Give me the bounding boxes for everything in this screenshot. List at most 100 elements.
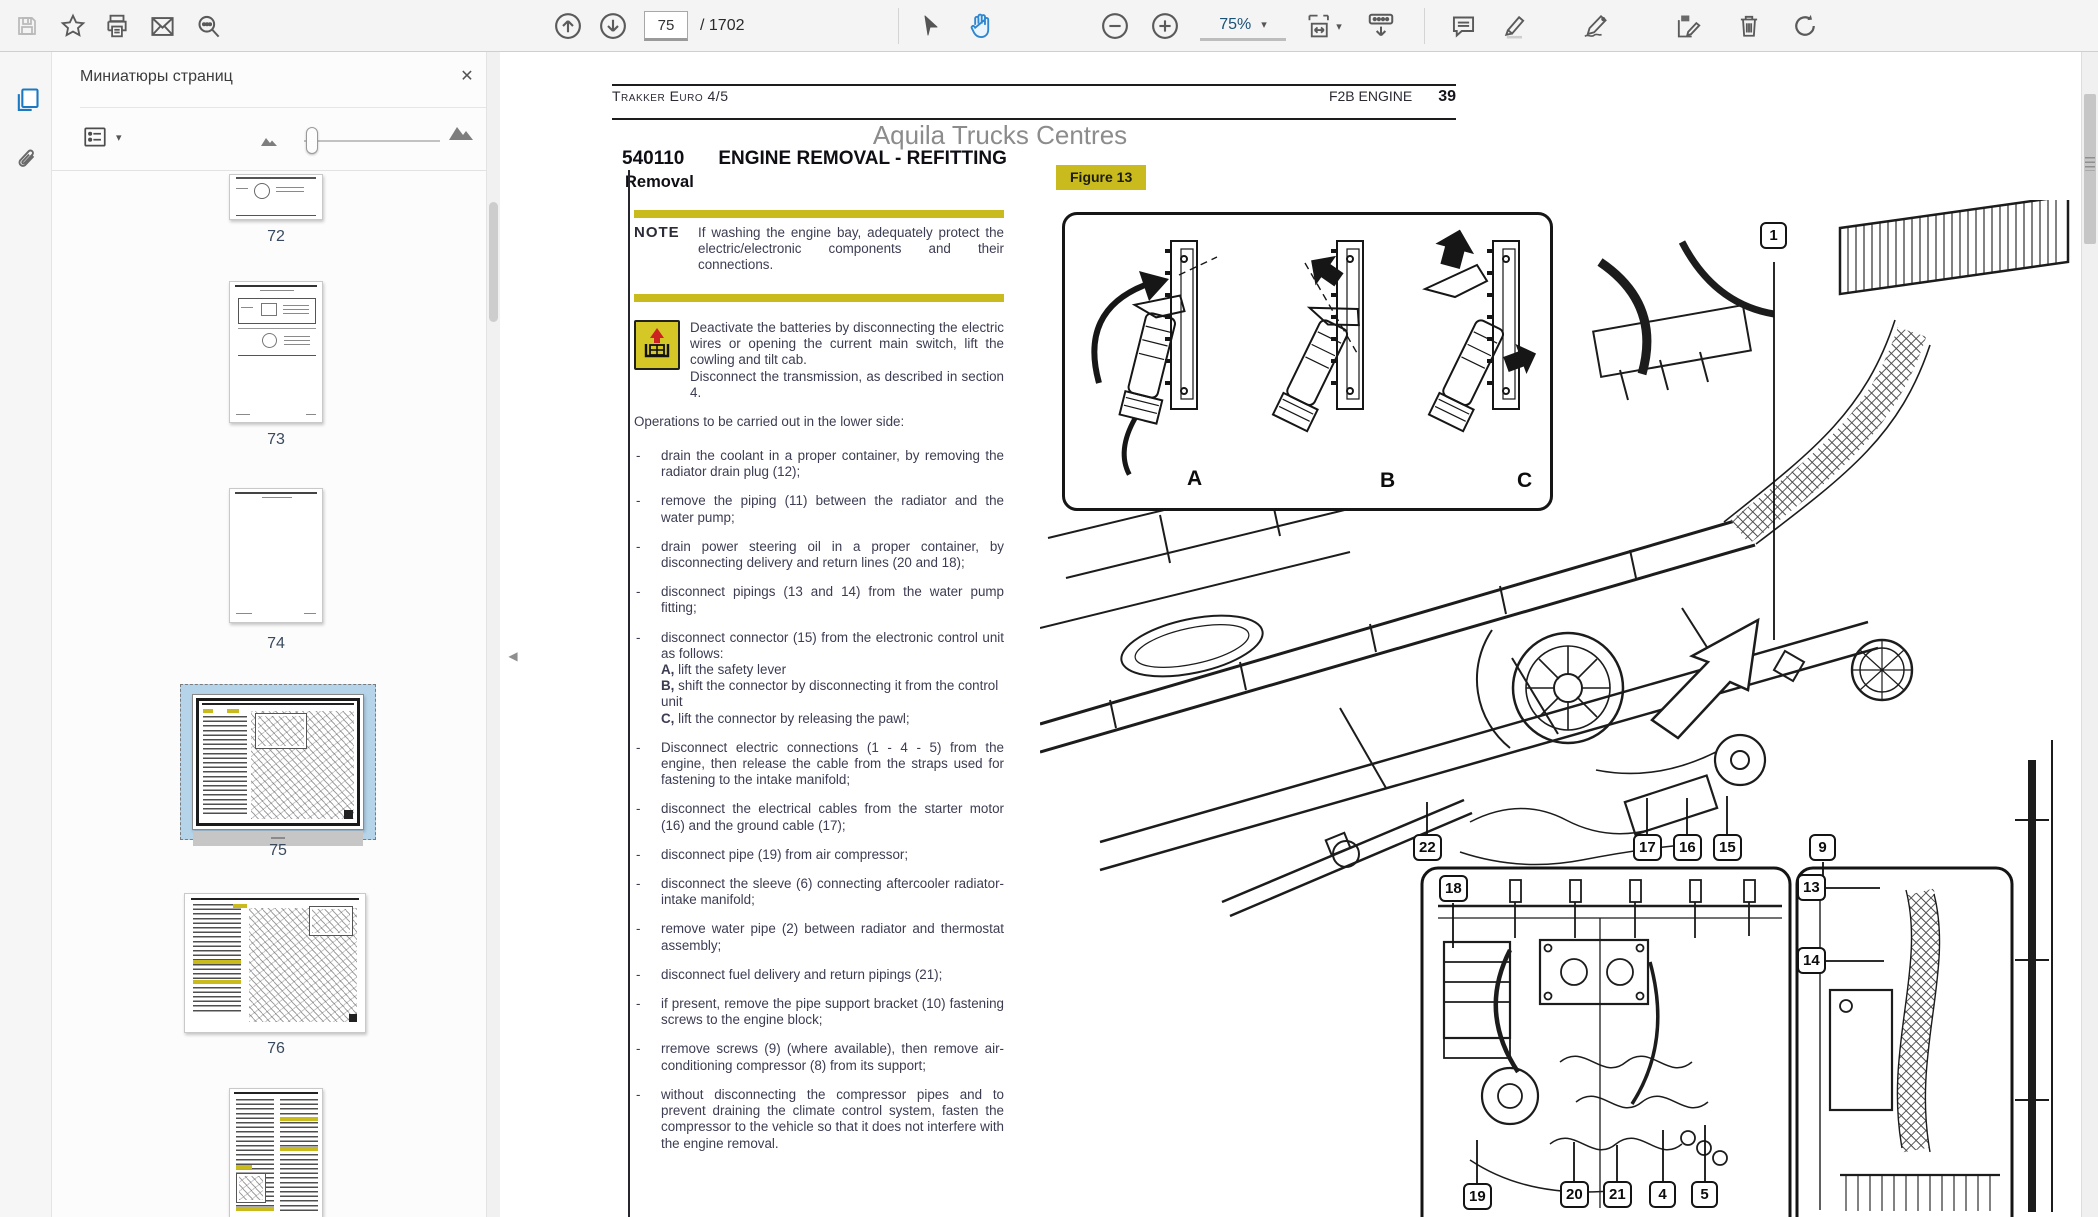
next-page-icon[interactable] bbox=[594, 9, 632, 43]
procedure-step: disconnect pipe (19) from air compressor… bbox=[634, 847, 1004, 863]
page-thumbnail-75[interactable] bbox=[192, 694, 364, 830]
procedure-step: disconnect the sleeve (6) connecting aft… bbox=[634, 876, 1004, 908]
page-thumbnails-icon[interactable] bbox=[11, 84, 43, 116]
page-number-input[interactable] bbox=[644, 11, 688, 41]
thumbnail-size-slider-track[interactable] bbox=[304, 140, 440, 142]
thumbnail-page-number: 75 bbox=[248, 842, 308, 860]
highlight-icon[interactable] bbox=[1496, 9, 1534, 43]
warning-text-2: Disconnect the transmission, as describe… bbox=[690, 369, 1004, 400]
chevron-down-icon: ▾ bbox=[1261, 18, 1267, 31]
thumbnail-page-number: 73 bbox=[246, 431, 306, 449]
thumbnails-panel: Миниатюры страниц ✕ ▾ 72 bbox=[52, 52, 500, 1217]
save-icon[interactable] bbox=[8, 9, 46, 43]
operations-intro: Operations to be carried out in the lowe… bbox=[634, 414, 1004, 430]
hand-tool-icon[interactable] bbox=[962, 9, 1000, 43]
chevron-down-icon: ▾ bbox=[116, 131, 122, 144]
thumbnail-options-button[interactable]: ▾ bbox=[82, 120, 138, 154]
note-separator-bar bbox=[634, 294, 1004, 302]
callout-19: 19 bbox=[1463, 1183, 1492, 1210]
connector-detail-drawing bbox=[1065, 215, 1550, 508]
attachments-icon[interactable] bbox=[11, 144, 43, 176]
sidebar-rail bbox=[0, 52, 52, 1217]
fit-width-icon[interactable]: ▾ bbox=[1298, 9, 1350, 43]
warning-text-1: Deactivate the batteries by disconnectin… bbox=[690, 320, 1004, 367]
procedure-step: remove the piping (11) between the radia… bbox=[634, 493, 1004, 525]
thumbnail-page-number: 72 bbox=[246, 228, 306, 246]
zoom-level-select[interactable]: 75% ▾ bbox=[1200, 11, 1286, 41]
email-icon[interactable] bbox=[143, 9, 181, 43]
favorite-star-icon[interactable] bbox=[54, 9, 92, 43]
document-scrollbar[interactable] bbox=[2081, 52, 2098, 1217]
callout-13: 13 bbox=[1797, 874, 1826, 901]
note-separator-bar bbox=[634, 210, 1004, 218]
page-number-input-wrap bbox=[644, 11, 688, 41]
procedure-step: disconnect pipings (13 and 14) from the … bbox=[634, 584, 1004, 616]
thumbnail-page-number: 76 bbox=[246, 1040, 306, 1058]
procedure-step: if present, remove the pipe support brac… bbox=[634, 996, 1004, 1028]
previous-page-icon[interactable] bbox=[549, 9, 587, 43]
callout-17: 17 bbox=[1633, 834, 1662, 861]
procedure-list: drain the coolant in a proper container,… bbox=[634, 448, 1004, 1165]
reading-mode-icon[interactable] bbox=[1362, 9, 1400, 43]
fill-and-sign-icon[interactable] bbox=[1668, 9, 1706, 43]
section-title: 540110 ENGINE REMOVAL - REFITTING bbox=[622, 148, 1007, 170]
note-text: If washing the engine bay, adequately pr… bbox=[698, 225, 1004, 274]
delete-icon[interactable] bbox=[1730, 9, 1768, 43]
sign-icon[interactable] bbox=[1566, 9, 1636, 43]
toolbar-separator bbox=[898, 8, 899, 44]
toolbar: / 1702 75% ▾ ▾ bbox=[0, 0, 2098, 52]
section-code: 540110 bbox=[622, 148, 684, 170]
inset-label-a: A bbox=[1187, 467, 1202, 491]
callout-15: 15 bbox=[1713, 834, 1742, 861]
zoom-out-icon[interactable] bbox=[1096, 9, 1134, 43]
column-rule bbox=[628, 170, 630, 1217]
procedure-step: disconnect the electrical cables from th… bbox=[634, 801, 1004, 833]
note-block: NOTE If washing the engine bay, adequate… bbox=[634, 225, 1004, 274]
header-model: Trakker Euro 4/5 bbox=[612, 88, 728, 106]
connector-detail-inset: A B C bbox=[1062, 212, 1553, 511]
comment-icon[interactable] bbox=[1444, 9, 1482, 43]
rotate-icon[interactable] bbox=[1786, 9, 1824, 43]
sidebar-scrollbar-thumb[interactable] bbox=[489, 202, 498, 322]
section-name: ENGINE REMOVAL - REFITTING bbox=[718, 148, 1007, 170]
zoom-level-value: 75% bbox=[1219, 16, 1251, 34]
sidebar-scrollbar[interactable] bbox=[486, 52, 500, 1217]
procedure-step: remove water pipe (2) between radiator a… bbox=[634, 921, 1004, 953]
watermark-text: Aquila Trucks Centres bbox=[760, 120, 1240, 151]
subsection-title: Removal bbox=[625, 173, 694, 192]
thumbnail-size-slider[interactable] bbox=[306, 127, 318, 154]
collapse-sidebar-handle[interactable]: ◀ bbox=[503, 636, 523, 676]
callout-20: 20 bbox=[1560, 1181, 1589, 1208]
figure-label: Figure 13 bbox=[1056, 165, 1146, 190]
callout-1: 1 bbox=[1760, 222, 1787, 249]
page-total: / 1702 bbox=[700, 0, 744, 52]
header-rule bbox=[612, 84, 1456, 86]
zoom-in-icon[interactable] bbox=[1146, 9, 1184, 43]
procedure-step: drain power steering oil in a proper con… bbox=[634, 539, 1004, 571]
callout-4: 4 bbox=[1649, 1181, 1676, 1208]
document-page: Trakker Euro 4/5 F2B ENGINE 39 Aquila Tr… bbox=[501, 52, 2081, 1217]
print-icon[interactable] bbox=[98, 9, 136, 43]
divider bbox=[80, 107, 498, 108]
procedure-step: disconnect connector (15) from the elect… bbox=[634, 630, 1004, 727]
page-thumbnail-72[interactable] bbox=[229, 174, 323, 220]
page-thumbnail-74[interactable] bbox=[229, 488, 323, 623]
inset-label-c: C bbox=[1517, 469, 1532, 493]
page-thumbnail-77[interactable] bbox=[229, 1088, 323, 1217]
search-icon[interactable] bbox=[189, 9, 227, 43]
note-label: NOTE bbox=[634, 225, 686, 274]
header-section: F2B ENGINE bbox=[1329, 88, 1412, 104]
header-page-number: 39 bbox=[1438, 88, 1456, 106]
zoom-out-thumbnails-icon bbox=[260, 134, 278, 152]
warning-block: Deactivate the batteries by disconnectin… bbox=[634, 320, 1004, 401]
chevron-down-icon: ▾ bbox=[1336, 20, 1342, 33]
page-thumbnail-76[interactable] bbox=[184, 893, 366, 1033]
close-icon[interactable]: ✕ bbox=[456, 66, 478, 88]
procedure-step: without disconnecting the compressor pip… bbox=[634, 1087, 1004, 1152]
callout-9: 9 bbox=[1809, 834, 1836, 861]
page-thumbnail-73[interactable] bbox=[229, 281, 323, 423]
select-cursor-icon[interactable] bbox=[912, 9, 950, 43]
callout-18: 18 bbox=[1439, 875, 1468, 902]
thumbnail-page-number: 74 bbox=[246, 635, 306, 653]
procedure-step: disconnect fuel delivery and return pipi… bbox=[634, 967, 1004, 983]
